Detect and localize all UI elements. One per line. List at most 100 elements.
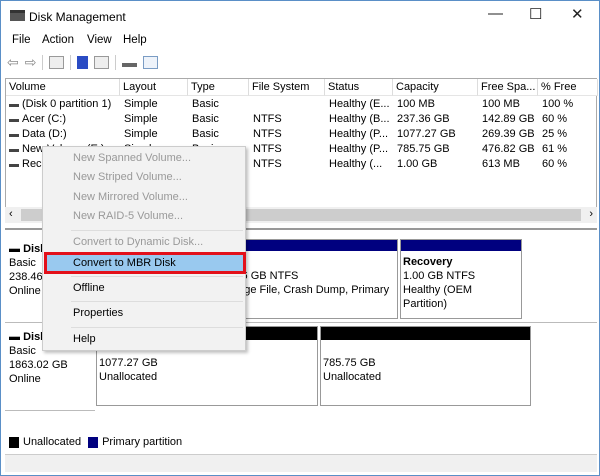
menu-item-properties[interactable]: Properties — [73, 307, 123, 319]
table-cell: Healthy (E... — [329, 98, 390, 110]
legend: Unallocated Primary partition — [9, 436, 182, 448]
disk-state: Online — [9, 373, 41, 385]
table-cell: 100 MB — [482, 98, 520, 110]
table-cell: 785.75 GB — [397, 143, 450, 155]
partition-unallocated-2[interactable]: 785.75 GB Unallocated — [320, 326, 531, 406]
disk-divider — [5, 410, 95, 411]
menu-separator — [71, 327, 243, 328]
disk-management-window: Disk Management — ☐ ✕ File Action View H… — [0, 0, 600, 476]
table-cell: Healthy (B... — [329, 113, 390, 125]
table-cell: 60 % — [542, 158, 568, 170]
menu-file[interactable]: File — [12, 34, 31, 46]
table-cell: NTFS — [253, 143, 282, 155]
menu-help[interactable]: Help — [123, 34, 147, 46]
primary-swatch — [88, 436, 99, 448]
volume-icon — [9, 149, 19, 152]
column-header[interactable]: Type — [188, 79, 249, 96]
column-header[interactable]: % Free — [538, 79, 598, 96]
column-header[interactable]: Volume — [6, 79, 120, 96]
list-view-icon[interactable] — [143, 55, 159, 69]
scroll-right-icon[interactable]: › — [589, 208, 593, 220]
column-header[interactable]: Free Spa... — [478, 79, 538, 96]
back-icon[interactable]: ⇦ — [7, 54, 19, 71]
legend-primary: Primary partition — [102, 436, 183, 448]
table-cell: 476.82 GB — [482, 143, 535, 155]
menu-item-new-striped-volume: New Striped Volume... — [73, 171, 182, 183]
primary-partition-bar — [401, 240, 521, 251]
table-cell: NTFS — [253, 113, 282, 125]
table-cell: 1.00 GB — [397, 158, 438, 170]
column-header[interactable]: File System — [249, 79, 325, 96]
table-cell: 1077.27 GB — [397, 128, 456, 140]
menu-separator — [71, 276, 243, 277]
help-icon[interactable] — [77, 55, 89, 69]
toolbar-separator — [70, 54, 72, 70]
partition-size-fs: 1.00 GB NTFS — [403, 270, 476, 282]
table-cell: Healthy (P... — [329, 128, 389, 140]
table-cell: Simple — [124, 98, 158, 110]
maximize-button[interactable]: ☐ — [529, 5, 542, 23]
table-cell: Healthy (P... — [329, 143, 389, 155]
column-header[interactable]: Capacity — [393, 79, 478, 96]
legend-unallocated: Unallocated — [23, 436, 82, 448]
toolbar-separator — [115, 54, 117, 70]
menu-item-convert-to-dynamic: Convert to Dynamic Disk... — [73, 236, 204, 248]
table-cell: 269.39 GB — [482, 128, 535, 140]
menu-item-new-mirrored-volume: New Mirrored Volume... — [73, 191, 188, 203]
menu-item-help[interactable]: Help — [73, 333, 96, 345]
column-header[interactable]: Status — [325, 79, 393, 96]
app-icon — [10, 10, 25, 21]
table-cell: 61 % — [542, 143, 568, 155]
scroll-left-icon[interactable]: ‹ — [9, 208, 13, 220]
volume-icon — [9, 104, 19, 107]
table-cell: Healthy (... — [329, 158, 383, 170]
unallocated-bar — [321, 327, 530, 340]
partition-status: Healthy (OEM Partition) — [403, 284, 473, 310]
properties-pane-icon[interactable] — [94, 55, 110, 69]
menu-item-new-raid5-volume: New RAID-5 Volume... — [73, 210, 184, 222]
column-header[interactable]: Layout — [120, 79, 188, 96]
table-cell: Basic — [192, 98, 219, 110]
menu-item-convert-to-mbr[interactable]: Convert to MBR Disk — [44, 252, 246, 274]
menu-item-offline[interactable]: Offline — [73, 282, 105, 294]
context-menu: New Spanned Volume... New Striped Volume… — [42, 146, 246, 351]
table-cell: Data (D:) — [22, 128, 67, 140]
menu-item-new-spanned-volume: New Spanned Volume... — [73, 152, 192, 164]
table-row[interactable]: (Disk 0 partition 1) Simple Basic Healthy (… — [6, 98, 598, 113]
partition-status: Unallocated — [323, 371, 382, 383]
partition-name: Recovery — [403, 256, 453, 268]
forward-icon[interactable]: ⇨ — [25, 54, 37, 71]
table-cell: 25 % — [542, 128, 568, 140]
table-cell: Simple — [124, 113, 158, 125]
connect-icon[interactable] — [122, 58, 138, 67]
menu-item-label: Convert to MBR Disk — [73, 257, 176, 269]
close-button[interactable]: ✕ — [571, 5, 584, 23]
table-cell: (Disk 0 partition 1) — [22, 98, 112, 110]
toolbar: ⇦ ⇨ — [7, 53, 159, 71]
unallocated-swatch — [9, 436, 19, 448]
menu-separator — [71, 230, 243, 231]
table-cell: 142.89 GB — [482, 113, 535, 125]
menu-view[interactable]: View — [87, 34, 112, 46]
partition-recovery[interactable]: Recovery 1.00 GB NTFS Healthy (OEM Parti… — [400, 239, 522, 319]
table-cell: 613 MB — [482, 158, 520, 170]
menu-action[interactable]: Action — [42, 34, 74, 46]
table-cell: 237.36 GB — [397, 113, 450, 125]
table-cell: 60 % — [542, 113, 568, 125]
volume-icon — [9, 119, 19, 122]
minimize-button[interactable]: — — [488, 5, 503, 22]
table-cell: Basic — [192, 113, 219, 125]
table-row[interactable]: Acer (C:) Simple Basic NTFS Healthy (B... 237… — [6, 113, 598, 128]
console-tree-icon[interactable] — [49, 55, 65, 69]
window-title: Disk Management — [29, 10, 126, 24]
partition-status: Unallocated — [99, 371, 158, 383]
partition-size: 785.75 GB — [323, 357, 376, 369]
disk-size: 1863.02 GB — [9, 359, 68, 371]
table-row[interactable]: Data (D:) Simple Basic NTFS Healthy (P... 107… — [6, 128, 598, 143]
table-cell: Basic — [192, 128, 219, 140]
table-cell: NTFS — [253, 158, 282, 170]
table-cell: NTFS — [253, 128, 282, 140]
toolbar-separator — [42, 54, 44, 70]
volume-icon — [9, 164, 19, 167]
volume-icon — [9, 134, 19, 137]
